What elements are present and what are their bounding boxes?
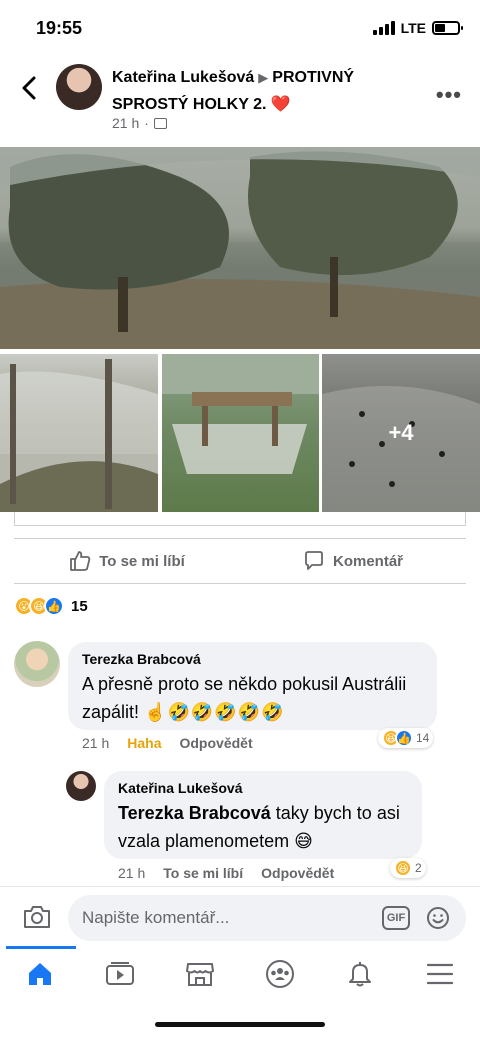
nav-notifications[interactable] [330,954,390,994]
like-button[interactable]: To se mi líbí [14,550,240,572]
gif-button[interactable]: GIF [382,906,410,930]
like-label: To se mi líbí [99,552,185,570]
nav-menu[interactable] [410,954,470,994]
reply-reactions[interactable]: 😆 2 [390,858,426,878]
notifications-icon [349,962,371,987]
comment-actions: 21 h Haha Odpovědět [82,735,253,751]
like-reaction-icon: 👍 [44,596,64,616]
reply-bubble: Kateřina Lukešová Terezka Brabcová taky … [104,771,422,859]
haha-reaction-icon: 😆 [394,859,412,877]
groups-icon [266,960,294,988]
reply-time[interactable]: 21 h [118,865,145,881]
nav-groups[interactable] [250,954,310,994]
comment-emoji: ☝️🤣🤣🤣🤣🤣 [144,702,285,722]
home-indicator [155,1022,325,1027]
commenter-name[interactable]: Terezka Brabcová [82,650,423,668]
reply-avatar[interactable] [66,771,96,801]
comment-button[interactable]: Komentář [240,550,466,572]
comment-text: A přesně proto se někdo pokusil Austráli… [82,674,407,722]
reply-actions: 21 h To se mi líbí Odpovědět [118,865,334,881]
reaction-summary[interactable]: 😮 😆 👍 15 [14,596,88,616]
status-indicators: LTE [372,20,463,36]
reaction-count: 15 [71,597,88,615]
nav-marketplace[interactable] [170,954,230,994]
reply-emoji: 😅 [294,831,313,851]
reply-reaction-count: 2 [415,861,422,875]
status-time: 19:55 [36,18,83,38]
post-photo-thumb[interactable] [0,354,158,512]
more-options-button[interactable]: ••• [436,82,462,108]
chevron-left-icon [22,76,36,100]
smiley-icon [427,907,449,929]
emoji-button[interactable] [426,906,450,930]
post-photo-main[interactable] [0,147,480,349]
camera-button[interactable] [22,904,52,930]
post-header-title: Kateřina Lukešová ▶ PROTIVNÝ SPROSTÝ HOLKY… [112,64,412,118]
reply-author-name[interactable]: Kateřina Lukešová [118,779,408,797]
comment-time[interactable]: 21 h [82,735,109,751]
spiderweb-trees-image [0,147,480,349]
reply-text: Terezka Brabcová taky bych to asi vzala … [118,803,400,851]
like-reaction-icon: 👍 [395,729,413,747]
like-comment-button[interactable]: To se mi líbí [163,865,243,881]
haha-reaction-button[interactable]: Haha [127,735,161,751]
composer-divider [0,886,480,887]
post-photo-thumb[interactable] [162,354,319,512]
comment-icon [305,551,323,570]
comment-reactions[interactable]: 😆 👍 14 [378,728,434,748]
back-button[interactable] [18,74,42,102]
post-time[interactable]: 21 h [112,115,139,131]
bottom-nav [0,948,480,1000]
reply-button[interactable]: Odpovědět [261,865,334,881]
marketplace-icon [186,963,214,986]
mention-link[interactable]: Terezka Brabcová [118,803,271,823]
author-name[interactable]: Kateřina Lukešová [112,69,254,86]
video-icon [106,962,134,985]
thumbs-up-icon [70,551,91,571]
group-icon [153,117,167,129]
camera-icon [24,906,50,928]
signal-icon [372,21,395,35]
reaction-icons: 😮 😆 👍 [14,596,64,616]
more-photos-overlay: +4 [322,354,480,512]
post-photo-thumb[interactable]: +4 [322,354,480,512]
triangle-right-icon: ▶ [258,70,269,85]
author-avatar[interactable] [56,64,102,110]
reply-button[interactable]: Odpovědět [179,735,252,751]
home-icon [29,963,51,985]
battery-icon [432,21,463,35]
comment-reaction-count: 14 [416,731,430,745]
commenter-avatar[interactable] [14,641,60,687]
network-label: LTE [400,20,426,36]
group-emoji: ❤️ [270,96,291,113]
status-bar: 19:55 LTE [0,0,480,56]
nav-home[interactable] [10,954,70,994]
post-meta: 21 h · [112,115,167,131]
menu-icon [426,963,454,985]
nav-video[interactable] [90,954,150,994]
comment-bubble: Terezka Brabcová A přesně proto se někdo… [68,642,437,730]
comment-label: Komentář [332,552,403,570]
post-action-bar: To se mi líbí Komentář [14,538,466,584]
post-card-border [14,512,466,526]
